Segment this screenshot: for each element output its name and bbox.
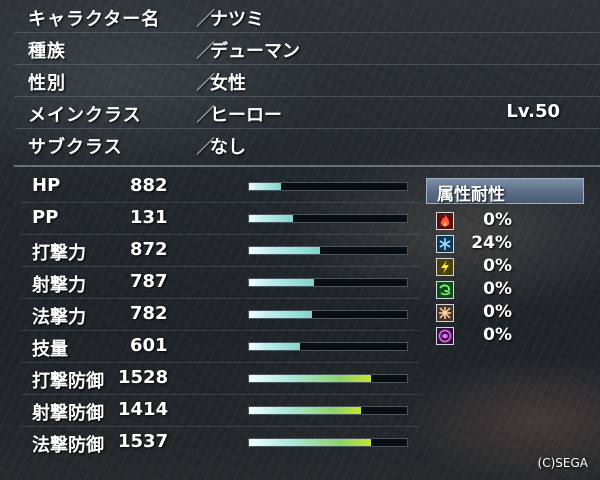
stat-bar xyxy=(248,374,408,383)
resistance-row-light: 0% xyxy=(436,302,576,325)
stat-row-pp: PP 131 xyxy=(20,202,420,235)
profile-row-sub-class: サブクラス ／ なし xyxy=(14,128,600,160)
profile-label: メインクラス xyxy=(28,105,142,126)
section-divider xyxy=(14,165,600,167)
resistance-header: 属性耐性 xyxy=(426,178,584,205)
stat-row-striking-power: 打撃力 872 xyxy=(20,234,420,267)
stat-bar-fill xyxy=(249,279,314,286)
stat-bar-fill xyxy=(249,407,362,414)
stat-row-dexterity: 技量 601 xyxy=(20,330,420,363)
stat-name: 打撃防御 xyxy=(32,371,104,392)
main-class-value: ヒーロー xyxy=(210,105,282,126)
ice-icon xyxy=(436,235,454,253)
stat-value: 782 xyxy=(130,303,168,324)
stat-bar xyxy=(248,246,408,255)
light-icon xyxy=(436,304,454,322)
resistance-row-wind: 0% xyxy=(436,279,576,302)
stat-bar-fill xyxy=(249,343,300,350)
resistance-value: 0% xyxy=(483,302,512,322)
stat-value: 601 xyxy=(130,335,168,356)
profile-label: サブクラス xyxy=(28,137,123,158)
sub-class-value: なし xyxy=(210,137,246,158)
stat-name: 打撃力 xyxy=(32,243,86,264)
profile-label: 種族 xyxy=(28,41,66,62)
resistance-row-lightning: 0% xyxy=(436,256,576,279)
stat-bar-fill xyxy=(249,375,371,382)
stat-bar-fill xyxy=(249,247,321,254)
character-name-value: ナツミ xyxy=(210,9,264,30)
stat-value: 1528 xyxy=(118,367,169,388)
stat-row-ranged-power: 射撃力 787 xyxy=(20,266,420,299)
stat-value: 787 xyxy=(130,271,168,292)
profile-row-character-name: キャラクター名 ／ ナツミ xyxy=(14,0,600,33)
resistance-title: 属性耐性 xyxy=(437,185,505,205)
character-status-screen: キャラクター名 ／ ナツミ 種族 ／ デューマン 性別 ／ 女性 メインクラス … xyxy=(0,0,600,480)
resistance-row-fire: 0% xyxy=(436,210,576,233)
stat-bar xyxy=(248,438,408,447)
stat-name: 射撃力 xyxy=(32,275,86,296)
stat-row-striking-defense: 打撃防御 1528 xyxy=(20,362,420,395)
stat-name: 技量 xyxy=(32,339,68,360)
profile-row-gender: 性別 ／ 女性 xyxy=(14,64,600,97)
profile-row-main-class: メインクラス ／ ヒーロー Lv.50 xyxy=(14,96,600,129)
stat-row-technique-power: 法撃力 782 xyxy=(20,298,420,331)
resistance-value: 24% xyxy=(471,233,512,253)
stat-bar-fill xyxy=(249,439,371,446)
stat-row-hp: HP 882 xyxy=(20,170,420,203)
dark-icon xyxy=(436,327,454,345)
stat-name: 射撃防御 xyxy=(32,403,104,424)
resistance-value: 0% xyxy=(483,210,512,230)
stat-name: 法撃力 xyxy=(32,307,86,328)
resistance-row-ice: 24% xyxy=(436,233,576,256)
stat-bar xyxy=(248,182,408,191)
stat-value: 882 xyxy=(130,175,168,196)
stat-bar-fill xyxy=(249,215,294,222)
level-value: Lv.50 xyxy=(506,101,560,122)
stat-bar-fill xyxy=(249,183,281,190)
race-value: デューマン xyxy=(210,41,300,62)
stat-name: HP xyxy=(32,175,61,196)
profile-row-race: 種族 ／ デューマン xyxy=(14,32,600,65)
wind-icon xyxy=(436,281,454,299)
copyright-notice: (C)SEGA xyxy=(537,456,588,470)
stat-bar xyxy=(248,310,408,319)
stat-row-technique-defense: 法撃防御 1537 xyxy=(20,426,420,458)
stat-value: 1537 xyxy=(118,431,169,452)
resistance-value: 0% xyxy=(483,256,512,276)
stat-bar-fill xyxy=(249,311,313,318)
stat-bar xyxy=(248,278,408,287)
stat-bar xyxy=(248,406,408,415)
stat-name: PP xyxy=(32,207,59,228)
stat-row-ranged-defense: 射撃防御 1414 xyxy=(20,394,420,427)
stat-value: 1414 xyxy=(118,399,169,420)
profile-label: キャラクター名 xyxy=(28,9,161,30)
lightning-icon xyxy=(436,258,454,276)
resistance-row-dark: 0% xyxy=(436,325,576,348)
element-resistance-panel: 属性耐性 0% 24% 0% 0% 0% 0% xyxy=(426,178,586,358)
stat-value: 131 xyxy=(130,207,168,228)
resistance-value: 0% xyxy=(483,325,512,345)
stat-bar xyxy=(248,342,408,351)
profile-label: 性別 xyxy=(28,73,66,94)
stat-name: 法撃防御 xyxy=(32,435,104,456)
gender-value: 女性 xyxy=(210,73,246,94)
fire-icon xyxy=(436,212,454,230)
stat-bar xyxy=(248,214,408,223)
resistance-value: 0% xyxy=(483,279,512,299)
stat-value: 872 xyxy=(130,239,168,260)
